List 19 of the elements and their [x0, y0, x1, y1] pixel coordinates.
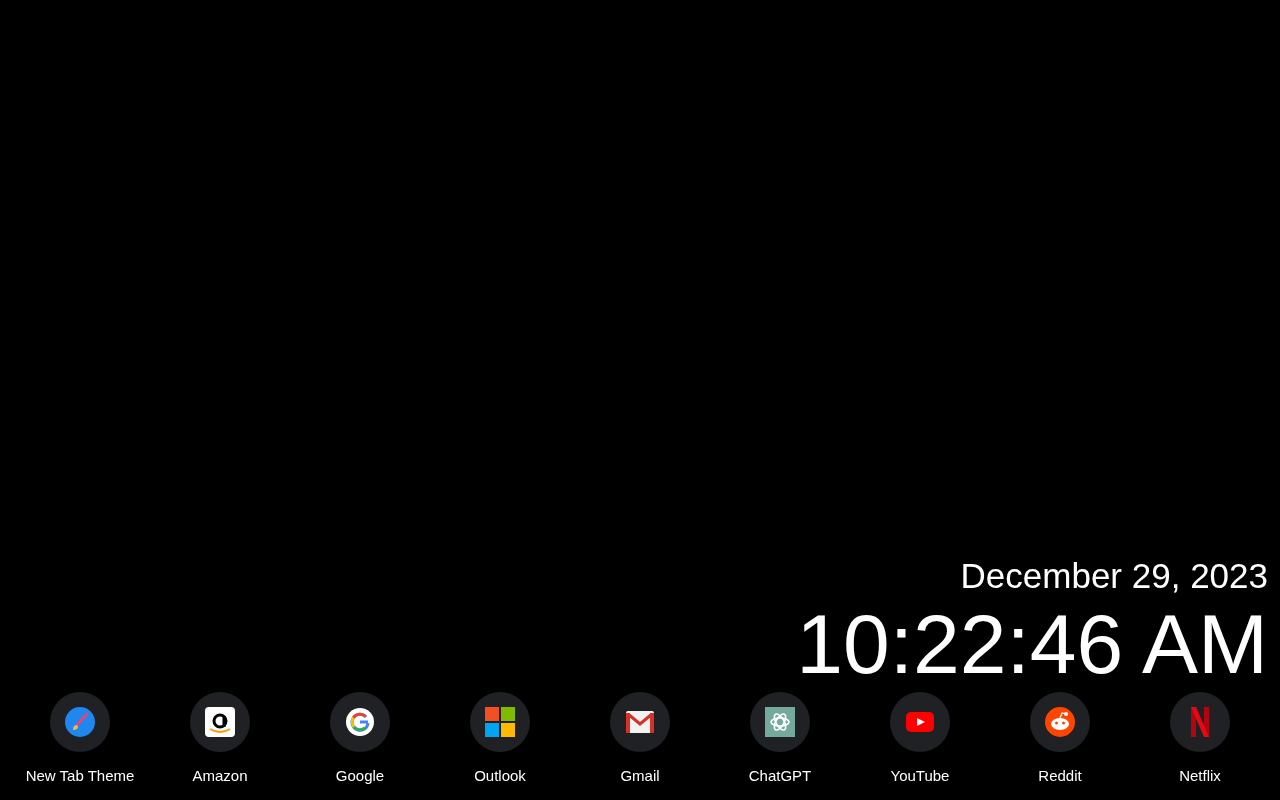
shortcut-link[interactable]: ChatGPT	[748, 692, 812, 784]
shortcut-link[interactable]: YouTube	[890, 692, 950, 784]
shortcut-link[interactable]: New Tab Theme	[25, 692, 135, 784]
alien-logo-icon	[1045, 707, 1075, 737]
date-text: December 29, 2023	[960, 556, 1268, 596]
shortcut-link[interactable]: Google	[330, 692, 390, 784]
four-squares-icon	[485, 707, 515, 737]
shortcut-link[interactable]: Netflix	[1170, 692, 1230, 784]
paintbrush-icon	[64, 706, 96, 738]
shortcut-link[interactable]: Outlook	[470, 692, 530, 784]
n-logo-icon	[1191, 707, 1209, 737]
google-g-icon	[346, 708, 374, 736]
play-icon	[906, 712, 934, 732]
shortcut-link[interactable]: Gmail	[610, 692, 670, 784]
shortcut-link[interactable]: Reddit	[1030, 692, 1090, 784]
clock-time: 10:22:46 AM	[796, 600, 1268, 688]
envelope-icon	[626, 711, 654, 733]
shortcut-link[interactable]: Amazon	[190, 692, 250, 784]
shopping-logo-icon	[205, 707, 235, 737]
